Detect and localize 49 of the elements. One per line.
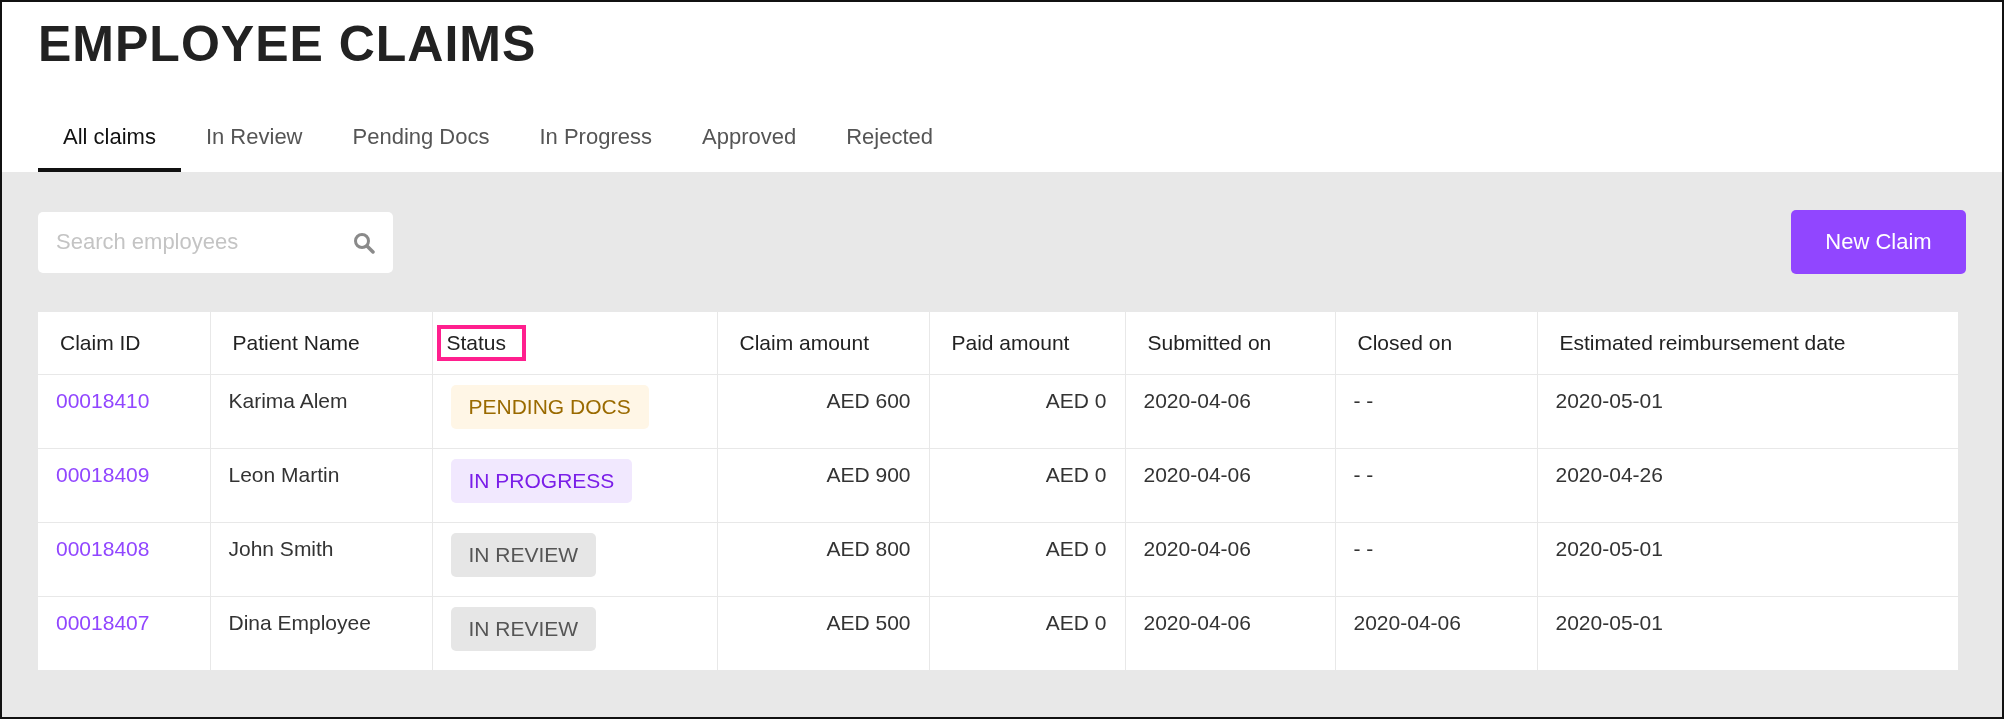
claim-id-link[interactable]: 00018408: [56, 537, 150, 560]
search-icon: [353, 231, 375, 254]
table-cell: AED 500: [826, 611, 911, 634]
search-field[interactable]: Search employees: [38, 211, 393, 273]
table-cell: 2020-04-26: [1555, 463, 1663, 486]
column-header: Patient Name: [231, 330, 361, 356]
table-cell: AED 800: [826, 537, 911, 560]
table-cell: 2020-05-01: [1555, 389, 1663, 412]
table-cell: 2020-05-01: [1555, 611, 1663, 634]
table-cell: 2020-05-01: [1555, 537, 1663, 560]
table-cell: AED 0: [1045, 389, 1107, 412]
status-badge: PENDING DOCS: [450, 385, 649, 429]
status-badge: IN REVIEW: [450, 533, 597, 577]
column-header: Closed on: [1356, 330, 1454, 356]
column-header: Claim ID: [59, 330, 142, 356]
column-header: Submitted on: [1146, 330, 1273, 356]
table-cell: AED 900: [826, 463, 911, 486]
table-cell: - -: [1353, 463, 1374, 486]
table-cell: 2020-04-06: [1143, 463, 1251, 486]
table-cell: 2020-04-06: [1353, 611, 1461, 634]
table-cell: AED 0: [1045, 463, 1107, 486]
claim-id-link[interactable]: 00018410: [56, 389, 150, 412]
column-header: Estimated reimbursement date: [1558, 330, 1847, 356]
table-cell: Karima Alem: [228, 389, 348, 412]
claim-id-link[interactable]: 00018407: [56, 611, 150, 634]
status-badge: IN REVIEW: [450, 607, 597, 651]
table-cell: 2020-04-06: [1143, 389, 1251, 412]
tab[interactable]: In Review: [180, 124, 328, 172]
table-cell: AED 0: [1045, 611, 1107, 634]
table-cell: Dina Employee: [228, 611, 371, 634]
table-cell: John Smith: [228, 537, 334, 560]
table-cell: AED 600: [826, 389, 911, 412]
claim-id-link[interactable]: 00018409: [56, 463, 150, 486]
table-cell: - -: [1353, 389, 1374, 412]
new-claim-button[interactable]: New Claim: [1791, 210, 1966, 274]
table-cell: 2020-04-06: [1143, 611, 1251, 634]
table-cell: AED 0: [1045, 537, 1107, 560]
tab[interactable]: Approved: [677, 124, 822, 172]
column-header: Claim amount: [738, 330, 871, 356]
tab[interactable]: Rejected: [821, 124, 958, 172]
column-header: Status: [436, 325, 527, 361]
table-cell: 2020-04-06: [1143, 537, 1251, 560]
table-cell: Leon Martin: [228, 463, 340, 486]
tab[interactable]: Pending Docs: [327, 124, 515, 172]
table-cell: - -: [1353, 537, 1374, 560]
page-title: EMPLOYEE CLAIMS: [38, 15, 538, 74]
column-header: Paid amount: [950, 330, 1071, 356]
status-badge: IN PROGRESS: [450, 459, 633, 503]
tab[interactable]: In Progress: [514, 124, 677, 172]
